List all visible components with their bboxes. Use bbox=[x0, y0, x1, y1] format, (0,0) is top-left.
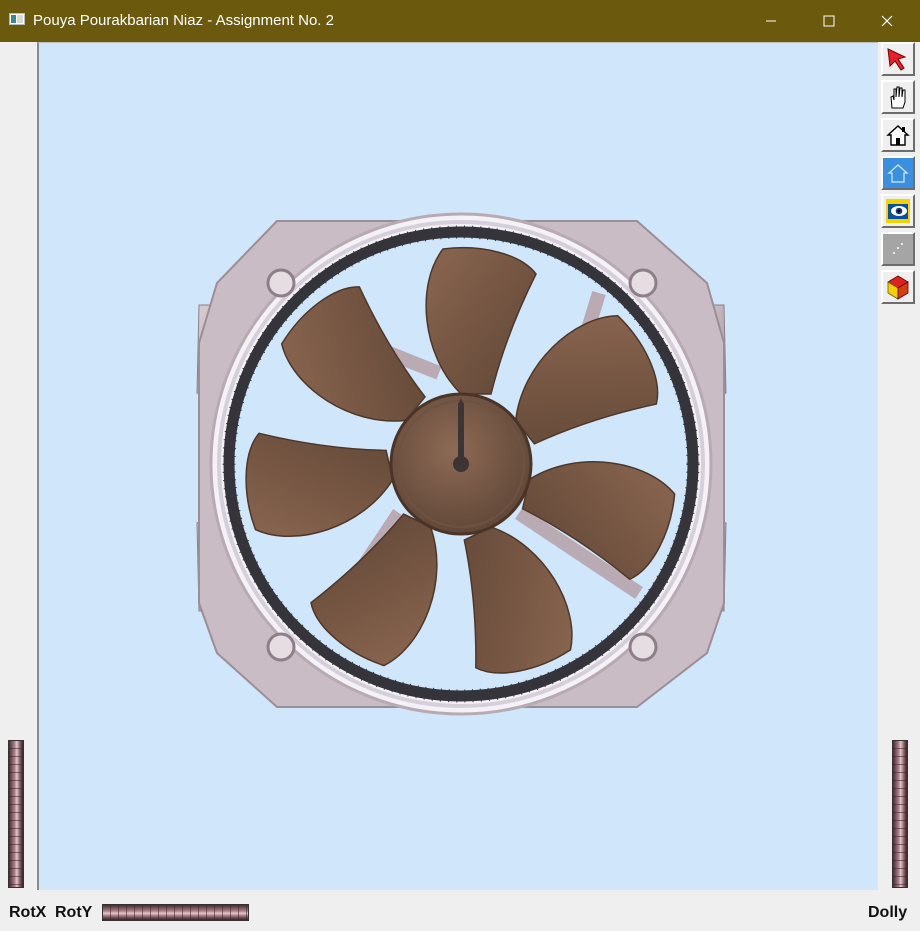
close-icon bbox=[881, 15, 893, 27]
cube-icon bbox=[887, 275, 909, 300]
home-button[interactable] bbox=[881, 118, 915, 152]
hub-indicator bbox=[458, 403, 464, 463]
app-icon bbox=[9, 13, 25, 25]
rotx-label: RotX bbox=[9, 904, 47, 921]
perspective-button[interactable] bbox=[881, 270, 915, 304]
hand-icon bbox=[890, 86, 906, 109]
minimize-button[interactable] bbox=[742, 0, 800, 42]
eye-icon bbox=[886, 199, 910, 223]
select-button[interactable] bbox=[881, 42, 915, 76]
set-home-icon bbox=[886, 161, 910, 185]
seek-button[interactable] bbox=[881, 232, 915, 266]
fan-model[interactable] bbox=[39, 43, 878, 890]
interact-button[interactable] bbox=[881, 80, 915, 114]
arrow-pointer-icon bbox=[887, 48, 907, 71]
seek-icon bbox=[886, 237, 910, 261]
viewer-toolbar bbox=[879, 42, 920, 304]
close-button[interactable] bbox=[858, 0, 916, 42]
maximize-icon bbox=[823, 15, 835, 27]
home-icon bbox=[886, 125, 910, 146]
maximize-button[interactable] bbox=[800, 0, 858, 42]
dolly-label: Dolly bbox=[868, 904, 908, 921]
roty-thumbwheel[interactable] bbox=[102, 904, 249, 921]
3d-viewport[interactable] bbox=[37, 42, 878, 890]
set-home-button[interactable] bbox=[881, 156, 915, 190]
rotx-thumbwheel[interactable] bbox=[8, 740, 24, 888]
title-bar: Pouya Pourakbarian Niaz - Assignment No.… bbox=[0, 0, 920, 42]
roty-label: RotY bbox=[55, 904, 93, 921]
dolly-thumbwheel[interactable] bbox=[892, 740, 908, 888]
window-title: Pouya Pourakbarian Niaz - Assignment No.… bbox=[33, 12, 334, 29]
minimize-icon bbox=[766, 20, 776, 22]
view-all-button[interactable] bbox=[881, 194, 915, 228]
